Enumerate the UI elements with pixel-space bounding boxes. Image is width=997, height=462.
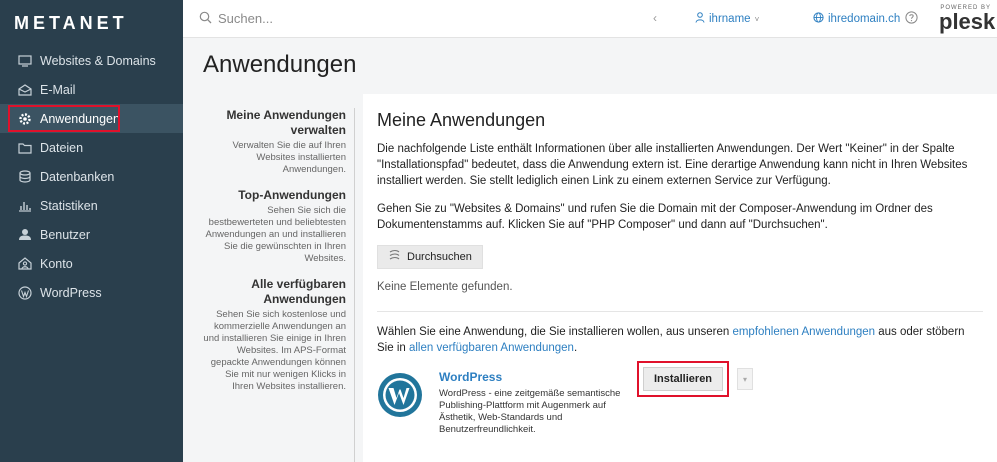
main-area: Anwendungen Meine Anwendungen verwalten … — [183, 38, 997, 462]
section-heading: Meine Anwendungen — [377, 110, 546, 130]
choose-paragraph: Wählen Sie eine Anwendung, die Sie insta… — [377, 324, 983, 356]
chevron-down-icon: ˅ — [754, 14, 760, 24]
sidebar-item-anwendungen[interactable]: Anwendungen — [0, 104, 183, 133]
sidebar-item-label: Websites & Domains — [40, 53, 156, 68]
chevron-left-icon[interactable]: ‹ — [653, 11, 657, 25]
sidebar-item-email[interactable]: E-Mail — [0, 75, 183, 104]
sidebar-item-label: WordPress — [40, 285, 102, 300]
globe-icon — [813, 12, 824, 26]
side-desc-manage: Verwalten Sie die auf Ihren Websites ins… — [232, 140, 346, 175]
choose-text-post: . — [573, 342, 578, 354]
domain-name: ihredomain.ch — [828, 13, 901, 25]
search-input[interactable]: Suchen... — [218, 11, 273, 26]
domain-link[interactable]: ihredomain.ch — [813, 12, 900, 26]
account-icon — [16, 257, 34, 270]
wordpress-icon — [16, 285, 34, 300]
help-icon[interactable] — [905, 11, 918, 29]
mail-icon — [16, 83, 34, 96]
page-title: Anwendungen — [203, 51, 357, 78]
recommended-apps-link[interactable]: empfohlenen Anwendungen — [732, 326, 875, 338]
side-heading-top[interactable]: Top-Anwendungen — [203, 188, 346, 203]
install-options-dropdown[interactable]: ▾ — [737, 368, 753, 390]
sidebar-item-label: E-Mail — [40, 82, 76, 97]
database-icon — [16, 170, 34, 183]
bar-chart-icon — [16, 200, 34, 212]
side-desc-top: Sehen Sie sich die bestbewerteten und be… — [205, 205, 347, 264]
user-icon — [695, 12, 705, 26]
sidebar-item-label: Statistiken — [40, 198, 98, 213]
user-name: ihrname — [709, 13, 751, 25]
intro-paragraph: Die nachfolgende Liste enthält Informati… — [377, 143, 968, 187]
sidebar-item-wordpress[interactable]: WordPress — [0, 278, 183, 307]
folder-icon — [16, 142, 34, 154]
search-box[interactable]: Suchen... — [183, 11, 623, 27]
sidebar-item-dateien[interactable]: Dateien — [0, 133, 183, 162]
side-desc-all: Sehen Sie sich kostenlose und kommerziel… — [203, 309, 346, 392]
sidebar-item-label: Anwendungen — [40, 111, 120, 126]
content-panel: Meine Anwendungen Die nachfolgende Liste… — [363, 94, 997, 462]
side-panel: Meine Anwendungen verwalten Verwalten Si… — [203, 108, 355, 462]
composer-icon — [388, 249, 401, 265]
browse-button[interactable]: Durchsuchen — [377, 245, 483, 269]
wordpress-logo-icon — [378, 373, 422, 417]
empty-message: Keine Elemente gefunden. — [377, 281, 513, 293]
side-heading-manage[interactable]: Meine Anwendungen verwalten — [203, 108, 346, 138]
metanet-logo[interactable]: METANET — [0, 0, 183, 46]
sidebar-item-label: Konto — [40, 256, 73, 271]
search-icon — [199, 11, 212, 27]
sidebar: METANET Websites & Domains E-Mail Anwend… — [0, 0, 183, 462]
sidebar-item-datenbanken[interactable]: Datenbanken — [0, 162, 183, 191]
sidebar-item-konto[interactable]: Konto — [0, 249, 183, 278]
composer-paragraph: Gehen Sie zu "Websites & Domains" und ru… — [377, 203, 933, 231]
sidebar-item-benutzer[interactable]: Benutzer — [0, 220, 183, 249]
app-name[interactable]: WordPress — [439, 370, 502, 384]
app-description: WordPress - eine zeitgemäße semantische … — [439, 388, 621, 435]
all-apps-link[interactable]: allen verfügbaren Anwendungen — [409, 342, 574, 354]
side-heading-all[interactable]: Alle verfügbaren Anwendungen — [203, 277, 346, 307]
install-button[interactable]: Installieren — [643, 367, 723, 391]
divider — [377, 311, 983, 312]
choose-text-pre: Wählen Sie eine Anwendung, die Sie insta… — [377, 326, 733, 338]
user-menu[interactable]: ihrname ˅ — [695, 12, 759, 26]
sidebar-item-label: Datenbanken — [40, 169, 115, 184]
app-item-wordpress: WordPress WordPress - eine zeitgemäße se… — [377, 361, 983, 458]
browse-label: Durchsuchen — [407, 251, 472, 263]
sidebar-item-statistiken[interactable]: Statistiken — [0, 191, 183, 220]
sidebar-item-label: Dateien — [40, 140, 84, 155]
topbar: Suchen... ‹ ihrname ˅ ihredomain.ch POWE… — [183, 0, 997, 38]
sidebar-item-label: Benutzer — [40, 227, 91, 242]
monitor-icon — [16, 54, 34, 67]
gear-icon — [16, 112, 34, 126]
sidebar-item-websites-domains[interactable]: Websites & Domains — [0, 46, 183, 75]
plesk-logo: POWERED BY plesk — [939, 4, 995, 34]
user-icon — [16, 228, 34, 241]
plesk-wordmark: plesk — [939, 9, 996, 34]
